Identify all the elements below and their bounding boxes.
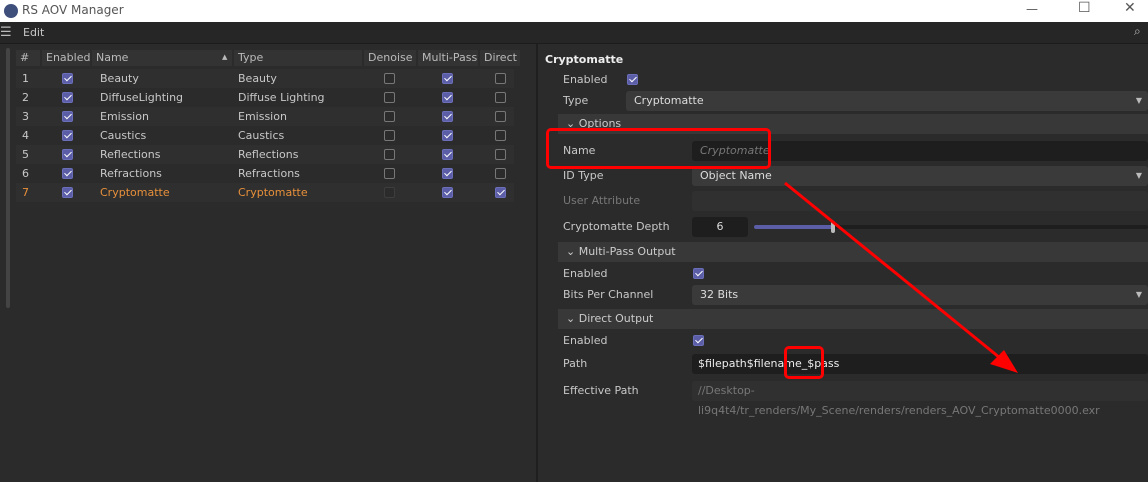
annotation-arrow [784, 181, 1018, 373]
